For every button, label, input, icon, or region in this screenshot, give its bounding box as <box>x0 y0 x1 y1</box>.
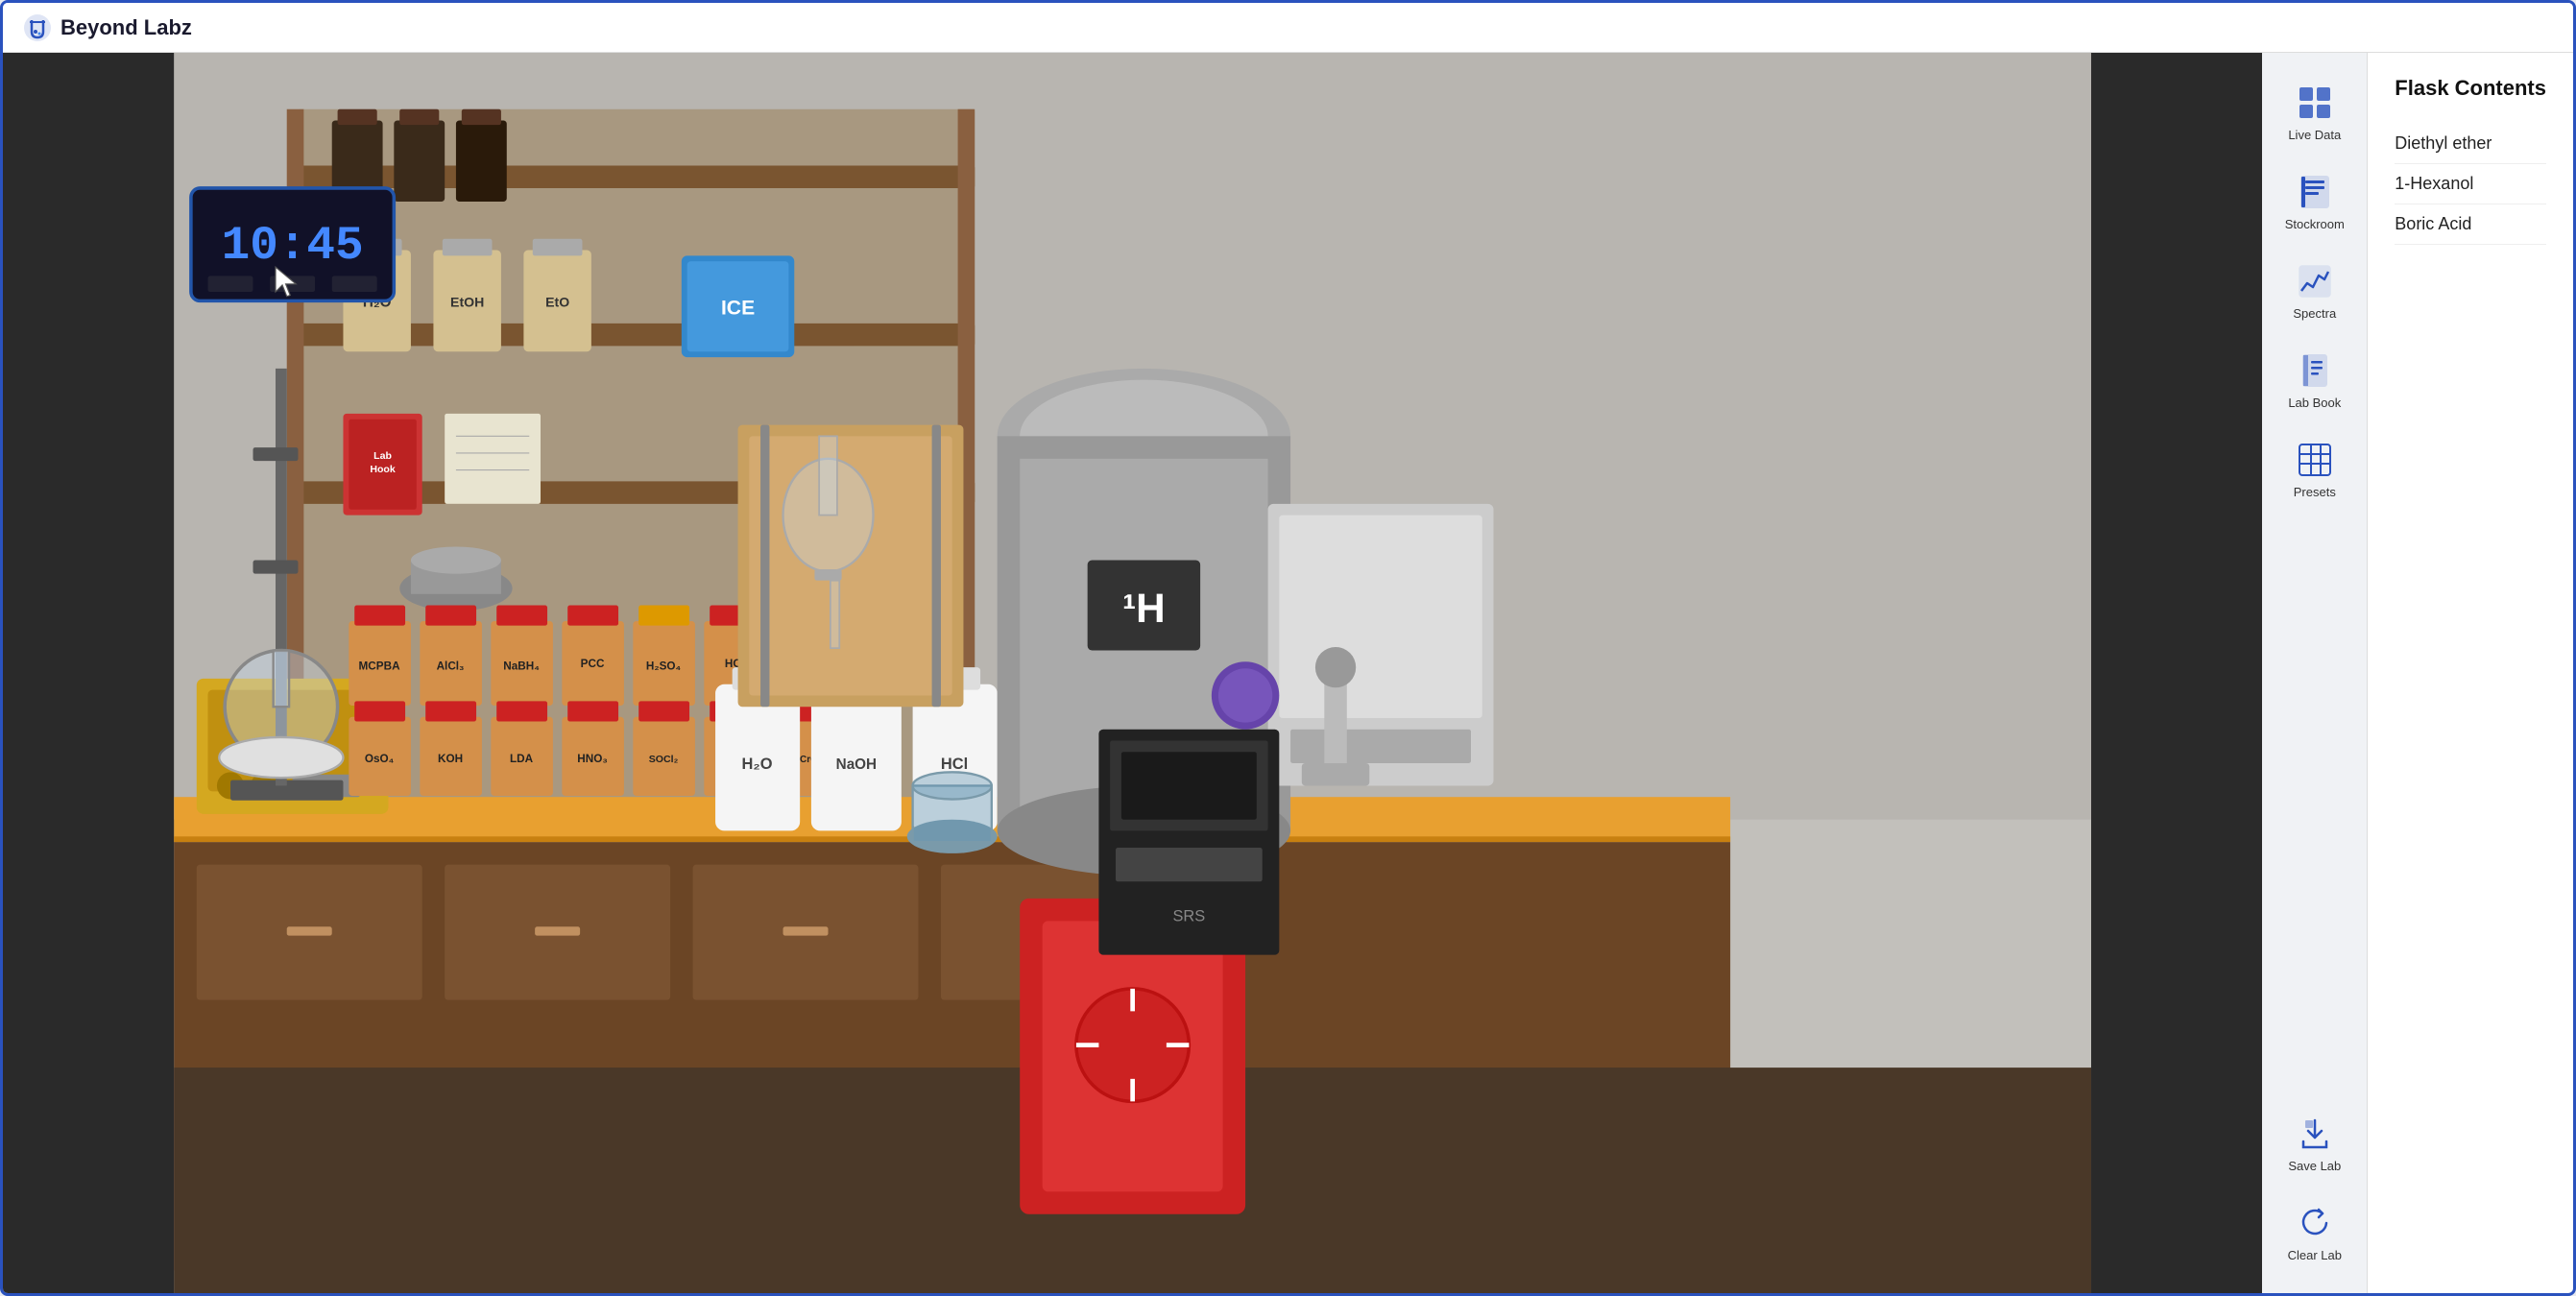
svg-text:OsO₄: OsO₄ <box>365 753 395 765</box>
flask-contents-title: Flask Contents <box>2395 76 2546 101</box>
chart-icon <box>2296 262 2334 300</box>
lab-scene-svg: H₂O EtOH EtO ICE <box>3 53 2262 1293</box>
tool-presets-label: Presets <box>2294 485 2336 499</box>
svg-text:KOH: KOH <box>438 753 463 765</box>
refresh-icon <box>2296 1204 2334 1242</box>
svg-text:10:45: 10:45 <box>222 219 364 273</box>
grid-icon <box>2296 84 2334 122</box>
svg-text:PCC: PCC <box>581 658 605 670</box>
svg-text:Hook: Hook <box>370 464 396 475</box>
tool-stockroom-label: Stockroom <box>2285 217 2345 231</box>
tool-spectra[interactable]: Spectra <box>2272 251 2358 332</box>
flask-item-1: 1-Hexanol <box>2395 164 2546 204</box>
side-panel-wrapper: Live Data Stockroom <box>2262 53 2573 1293</box>
svg-text:NaBH₄: NaBH₄ <box>503 660 540 672</box>
tool-clear-lab-label: Clear Lab <box>2288 1248 2342 1262</box>
svg-text:H₂O: H₂O <box>742 756 773 773</box>
notebook-icon <box>2296 351 2334 390</box>
logo-area: Beyond Labz <box>22 12 192 43</box>
main-content: H₂O EtOH EtO ICE <box>3 53 2573 1293</box>
svg-text:NaOH: NaOH <box>836 756 877 773</box>
logo-icon <box>22 12 53 43</box>
svg-text:Lab: Lab <box>373 450 392 462</box>
tool-stockroom[interactable]: Stockroom <box>2272 161 2358 243</box>
svg-text:LDA: LDA <box>510 753 534 765</box>
tool-lab-book[interactable]: Lab Book <box>2272 340 2358 421</box>
svg-text:HCl: HCl <box>941 756 968 773</box>
svg-text:ICE: ICE <box>721 297 755 319</box>
top-bar: Beyond Labz <box>3 3 2573 53</box>
table-icon <box>2296 441 2334 479</box>
tool-presets[interactable]: Presets <box>2272 429 2358 511</box>
flask-contents-panel: Flask Contents Diethyl ether 1-Hexanol B… <box>2368 53 2573 1293</box>
logo-text: Beyond Labz <box>60 15 192 40</box>
tools-column: Live Data Stockroom <box>2262 53 2368 1293</box>
svg-text:EtO: EtO <box>545 294 569 309</box>
tool-live-data-label: Live Data <box>2288 128 2341 142</box>
svg-text:HNO₃: HNO₃ <box>577 753 608 765</box>
svg-text:SOCl₂: SOCl₂ <box>649 754 679 765</box>
tool-lab-book-label: Lab Book <box>2288 396 2341 410</box>
app-container: Beyond Labz <box>0 0 2576 1296</box>
svg-text:H₂SO₄: H₂SO₄ <box>646 660 682 672</box>
svg-text:SRS: SRS <box>1172 907 1205 924</box>
tool-save-lab[interactable]: Save Lab <box>2272 1103 2358 1185</box>
svg-text:MCPBA: MCPBA <box>359 660 401 672</box>
tool-clear-lab[interactable]: Clear Lab <box>2272 1192 2358 1274</box>
lab-view[interactable]: H₂O EtOH EtO ICE <box>3 53 2262 1293</box>
tool-live-data[interactable]: Live Data <box>2272 72 2358 154</box>
svg-text:EtOH: EtOH <box>450 294 484 309</box>
tool-spectra-label: Spectra <box>2293 306 2336 321</box>
flask-item-0: Diethyl ether <box>2395 124 2546 164</box>
book-icon <box>2296 173 2334 211</box>
svg-text:AlCl₃: AlCl₃ <box>437 660 465 672</box>
svg-text:¹H: ¹H <box>1122 586 1166 631</box>
save-icon <box>2296 1115 2334 1153</box>
flask-item-2: Boric Acid <box>2395 204 2546 245</box>
tool-save-lab-label: Save Lab <box>2288 1159 2341 1173</box>
